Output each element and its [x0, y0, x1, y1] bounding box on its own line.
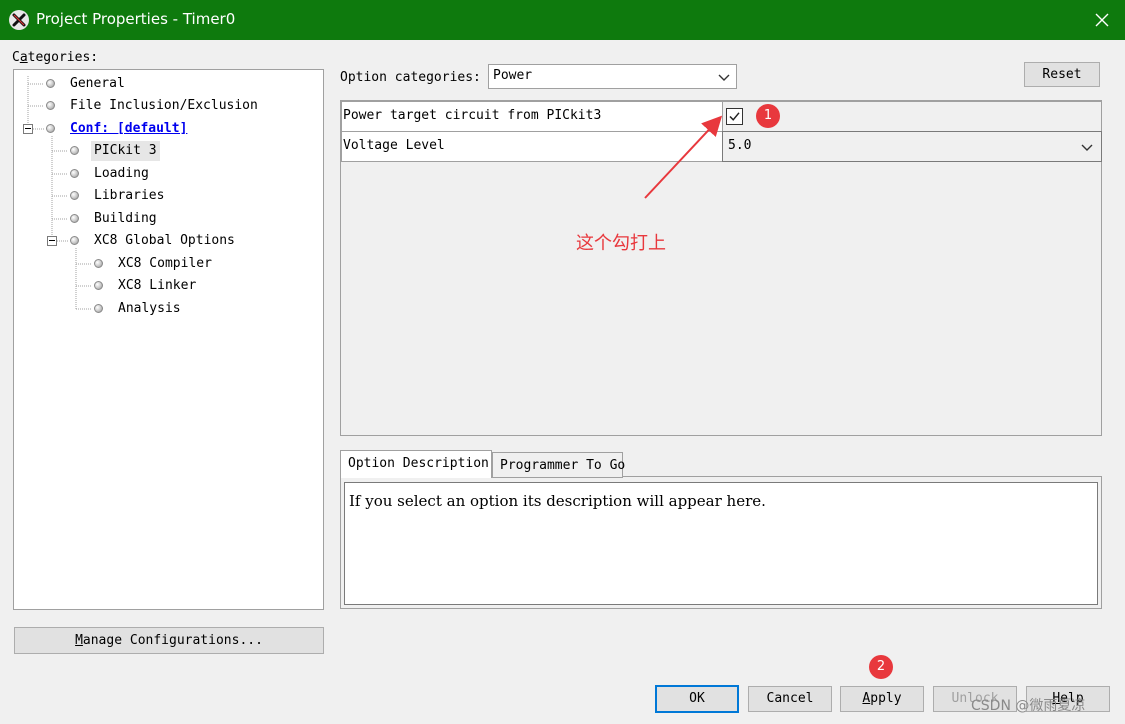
annotation-badge-2: 2 — [869, 655, 893, 679]
annotation-note: 这个勾打上 — [576, 233, 666, 254]
annotation-badge-1: 1 — [756, 104, 780, 128]
watermark: CSDN @微雨夏凉 — [971, 698, 1086, 714]
annotation-arrow — [644, 115, 723, 199]
